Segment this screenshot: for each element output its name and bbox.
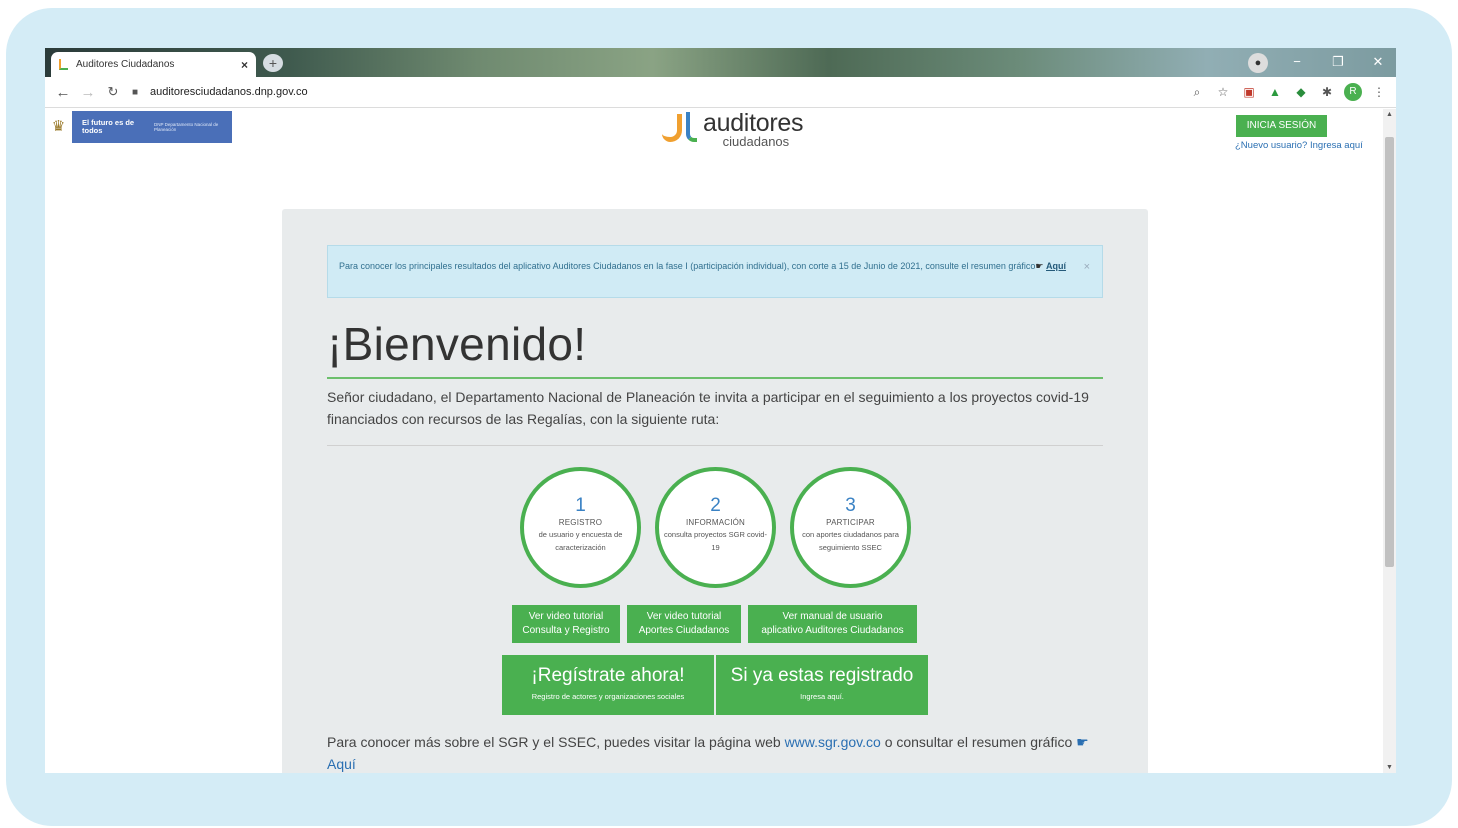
video-aportes-button[interactable]: Ver video tutorial Aportes Ciudadanos [627, 605, 741, 643]
address-bar: ← → ↻ ■ auditoresciudadanos.dnp.gov.co ⌕… [45, 77, 1396, 108]
minimize-button[interactable]: − [1282, 52, 1312, 72]
puzzle-icon[interactable]: ✱ [1314, 85, 1340, 99]
step-desc: consulta proyectos SGR covid-19 [664, 530, 767, 552]
step-title: REGISTRO [558, 518, 603, 527]
step-desc: de usuario y encuesta de caracterización [538, 530, 623, 552]
page-title: ¡Bienvenido! [327, 318, 587, 370]
sgr-link[interactable]: www.sgr.gov.co [785, 734, 881, 750]
tab-bar: Auditores Ciudadanos × + ● − ❐ ✕ [45, 48, 1396, 77]
page-content: ♛ El futuro es de todos DNP Departamento… [45, 109, 1383, 773]
maximize-button[interactable]: ❐ [1323, 52, 1353, 72]
url-field[interactable]: auditoresciudadanos.dnp.gov.co [150, 86, 1184, 98]
gov-tagline: El futuro es de todos [82, 118, 135, 135]
step-number: 2 [710, 495, 721, 516]
main-panel: Para conocer los principales resultados … [282, 209, 1148, 773]
back-icon[interactable]: ← [52, 84, 74, 101]
forward-icon[interactable]: → [77, 84, 99, 101]
gov-logo[interactable]: ♛ El futuro es de todos DNP Departamento… [45, 111, 232, 143]
divider [327, 445, 1103, 446]
tab-title: Auditores Ciudadanos [76, 59, 175, 70]
brand-sub: ciudadanos [722, 134, 790, 149]
step-number: 3 [845, 495, 856, 516]
menu-icon[interactable]: ⋮ [1366, 85, 1392, 99]
steps-row: 1 REGISTRO de usuario y encuesta de cara… [520, 467, 911, 588]
gov-dept: DNP Departamento Nacional de Planeación [154, 122, 219, 132]
new-user-link[interactable]: ¿Nuevo usuario? Ingresa aquí [1235, 140, 1363, 151]
brand-mark-icon [662, 110, 698, 144]
reload-icon[interactable]: ↻ [102, 84, 124, 100]
user-manual-button[interactable]: Ver manual de usuario aplicativo Auditor… [748, 605, 917, 643]
favicon-icon [59, 59, 68, 70]
alert-link[interactable]: Aquí [1046, 261, 1066, 271]
tab-auditores[interactable]: Auditores Ciudadanos × [51, 52, 256, 77]
more-info-text: Para conocer más sobre el SGR y el SSEC,… [327, 734, 1089, 772]
brand-name: auditores [703, 109, 804, 137]
scroll-up-icon[interactable]: ▲ [1383, 111, 1396, 118]
scrollbar[interactable]: ▲ ▼ [1383, 109, 1396, 773]
tutorial-buttons: Ver video tutorial Consulta y Registro V… [512, 605, 917, 643]
brand-logo[interactable]: auditores ciudadanos [662, 109, 804, 149]
lock-icon: ■ [132, 86, 139, 98]
drive-icon[interactable]: ▲ [1262, 85, 1288, 99]
info-alert: Para conocer los principales resultados … [327, 245, 1103, 298]
login-button[interactable]: INICIA SESIÓN [1236, 115, 1327, 137]
step-title: INFORMACIÓN [685, 518, 746, 527]
divider [327, 377, 1103, 379]
step-registro: 1 REGISTRO de usuario y encuesta de cara… [520, 467, 641, 588]
video-registro-button[interactable]: Ver video tutorial Consulta y Registro [512, 605, 620, 643]
alert-close-icon[interactable]: × [1084, 260, 1090, 274]
tab-close-icon[interactable]: × [241, 58, 248, 72]
coat-of-arms-icon: ♛ [45, 111, 72, 143]
step-desc: con aportes ciudadanos para seguimiento … [802, 530, 899, 552]
step-informacion: 2 INFORMACIÓN consulta proyectos SGR cov… [655, 467, 776, 588]
pointing-hand-icon: ☛ [1035, 261, 1044, 271]
intro-text: Señor ciudadano, el Departamento Naciona… [327, 389, 1089, 427]
already-registered-button[interactable]: Si ya estas registrado Ingresa aquí. [716, 655, 928, 715]
avatar[interactable]: R [1344, 83, 1362, 101]
browser-window: Auditores Ciudadanos × + ● − ❐ ✕ ← → ↻ ■… [45, 48, 1396, 773]
star-icon[interactable]: ☆ [1210, 85, 1236, 99]
cta-buttons: ¡Regístrate ahora! Registro de actores y… [502, 655, 928, 715]
close-window-button[interactable]: ✕ [1363, 52, 1393, 72]
pointing-hand-icon: ☛ [1076, 734, 1089, 750]
step-number: 1 [575, 495, 586, 516]
profile-icon[interactable]: ● [1248, 53, 1268, 73]
register-now-button[interactable]: ¡Regístrate ahora! Registro de actores y… [502, 655, 714, 715]
extension-icon[interactable]: ◆ [1288, 85, 1314, 99]
scrollbar-thumb[interactable] [1385, 137, 1394, 567]
alert-text: Para conocer los principales resultados … [339, 261, 1036, 271]
new-tab-button[interactable]: + [263, 54, 283, 72]
scroll-down-icon[interactable]: ▼ [1383, 764, 1396, 771]
step-participar: 3 PARTICIPAR con aportes ciudadanos para… [790, 467, 911, 588]
pocket-icon[interactable]: ▣ [1236, 85, 1262, 99]
summary-link[interactable]: Aquí [327, 756, 356, 772]
step-title: PARTICIPAR [826, 518, 875, 527]
zoom-icon[interactable]: ⌕ [1184, 85, 1210, 100]
